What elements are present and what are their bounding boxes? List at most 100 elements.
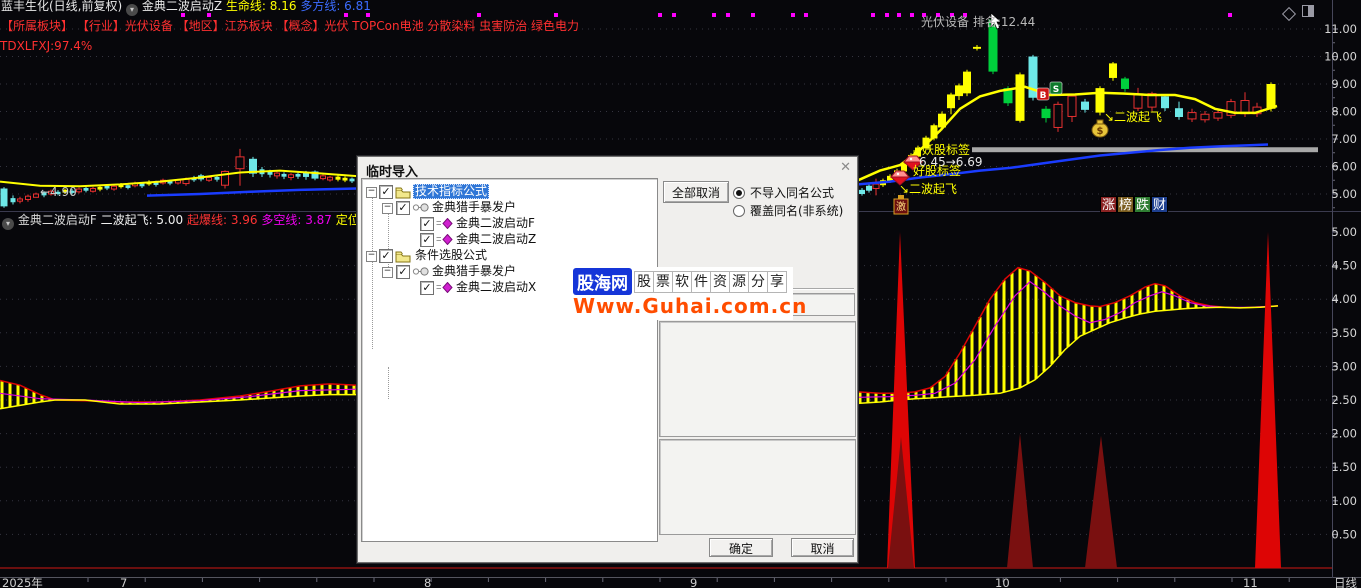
sub-indicator-name[interactable]: 金典二波启动F [18, 213, 97, 227]
chart-annotation: ↘二波起飞 [1104, 110, 1163, 124]
time-axis-month: 7 [120, 576, 127, 588]
tree-expand-icon[interactable]: − [382, 267, 393, 278]
badge-cell[interactable]: 跌 [1134, 196, 1151, 213]
chart-annotation: ←4.90 [40, 185, 77, 199]
price-axis-label: 7.00 [1331, 132, 1357, 146]
app-window: 11.00 10.00 9.00 8.00 7.00 6.00 5.00 5.00 4.50 4.… [0, 0, 1361, 588]
notes-box [659, 439, 856, 535]
tree-row-技术指标公式[interactable]: − ✓ 技术指标公式 [362, 184, 657, 200]
watermark-slogan: 股票软件资源分享 [634, 270, 787, 293]
formula-icon [436, 233, 453, 249]
description-box [659, 321, 856, 437]
formula-icon [436, 217, 453, 233]
watermark-url: Www.Guhai.com.cn [573, 294, 808, 318]
tree-checkbox[interactable]: ✓ [379, 249, 393, 263]
badge-cell[interactable]: 榜 [1117, 196, 1134, 213]
tree-expand-icon[interactable]: − [366, 251, 377, 262]
stock-title: 蓝丰生化(日线,前复权) [1, 0, 123, 13]
sub-indicator-values: 二波起飞: 5.00 起爆线: 3.96 多空线: 3.87 定位线 [101, 213, 372, 227]
sub-indicator-value: 二波起飞: 5.00 [100, 213, 184, 227]
indicator-axis-label: 2.00 [1331, 427, 1357, 441]
life-line-value: 生命线: 8.16 [225, 0, 297, 13]
tree-checkbox[interactable]: ✓ [396, 201, 410, 215]
sub-indicator-value: 多空线: 3.87 [257, 213, 332, 227]
price-axis-label: 9.00 [1331, 77, 1357, 91]
tree-label[interactable]: 金典二波启动Z [454, 232, 538, 247]
bull-line-value: 多方线: 6.81 [300, 0, 371, 13]
tree-row-金典二波启动F[interactable]: ✓ 金典二波启动F [362, 216, 657, 232]
tree-row-金典二波启动Z[interactable]: ✓ 金典二波启动Z [362, 232, 657, 248]
tree-label[interactable]: 金典猎手暴发户 [430, 264, 518, 279]
price-axis-label: 10.00 [1324, 50, 1357, 64]
collapse-sub-indicator-icon[interactable]: ▾ [2, 218, 14, 230]
money-bag-icon: $ [1097, 126, 1104, 137]
indicator-axis-label: 5.00 [1331, 225, 1357, 239]
period-selector[interactable]: 日线 [1334, 576, 1357, 588]
price-axis-label: 11.00 [1324, 22, 1357, 36]
tree-checkbox[interactable]: ✓ [420, 281, 434, 295]
tree-checkbox[interactable]: ✓ [420, 233, 434, 247]
radio-no-import-duplicate[interactable]: 不导入同名公式 [733, 184, 834, 201]
sub-indicator-value: 起爆线: 3.96 [183, 213, 258, 227]
tree-row-金典猎手暴发户[interactable]: − ✓ 金典猎手暴发户 [362, 200, 657, 216]
indicator-axis-label: 2.50 [1331, 393, 1357, 407]
sub-indicator-header: ▾ 金典二波启动F 二波起飞: 5.00 起爆线: 3.96 多空线: 3.87… [2, 214, 372, 230]
radio-unselected-icon[interactable] [733, 204, 745, 217]
tree-label[interactable]: 技术指标公式 [413, 184, 490, 199]
formula-tree[interactable]: − ✓ 技术指标公式 − ✓ 金典猎手暴发户 ✓ 金典二波启动F ✓ 金典二波启动Z − ✓ 条件选股公… [361, 178, 658, 542]
time-axis-year: 2025年 [2, 576, 43, 588]
time-axis-month: 8 [424, 576, 431, 588]
tree-checkbox[interactable]: ✓ [379, 185, 393, 199]
trade-flag-icon: S [1053, 85, 1059, 95]
time-axis-month: 9 [690, 576, 697, 588]
tree-connector [388, 367, 389, 399]
cancel-button[interactable]: 取消 [791, 538, 854, 557]
board-info-line[interactable]: 【所属板块】 【行业】光伏设备 【地区】江苏板块 【概念】光伏 TOPCon电池… [1, 20, 579, 33]
tdx-ratio-line: TDXLFXJ:97.4% [0, 39, 93, 53]
watermark: 股海网 股票软件资源分享 Www.Guhai.com.cn [570, 267, 808, 320]
indicator-axis-label: 3.00 [1331, 359, 1357, 373]
tree-label[interactable]: 金典猎手暴发户 [430, 200, 518, 215]
temp-import-dialog: 临时导入 ✕ − ✓ 技术指标公式 − ✓ 金典猎手暴发户 ✓ 金典二波启动F ✓ 金典二波启动Z… [357, 156, 858, 563]
split-pane-icon[interactable] [1302, 2, 1314, 21]
main-indicator-name[interactable]: 金典二波启动Z [142, 0, 222, 13]
badge-cell[interactable]: 财 [1151, 196, 1168, 213]
price-axis-label: 8.00 [1331, 105, 1357, 119]
ok-button[interactable]: 确定 [709, 538, 773, 557]
tree-row-条件选股公式[interactable]: − ✓ 条件选股公式 [362, 248, 657, 264]
indicator-axis-label: 3.50 [1331, 326, 1357, 340]
tree-label[interactable]: 条件选股公式 [413, 248, 489, 263]
price-axis-label: 5.00 [1331, 187, 1357, 201]
price-axis-label: 6.00 [1331, 160, 1357, 174]
tree-expand-icon[interactable]: − [366, 187, 377, 198]
badge-cell[interactable]: 涨 [1100, 196, 1117, 213]
time-axis-month: 11 [1243, 576, 1258, 588]
chart-header-row: 蓝丰生化(日线,前复权) ▾ 金典二波启动Z 生命线: 8.16 多方线: 6.… [1, 0, 371, 16]
group-icon [412, 202, 430, 217]
tree-checkbox[interactable]: ✓ [420, 217, 434, 231]
indicator-axis-label: 1.00 [1331, 494, 1357, 508]
time-axis-month: 10 [995, 576, 1010, 588]
watermark-brand: 股海网 [573, 268, 632, 295]
indicator-axis-label: 1.50 [1331, 460, 1357, 474]
chart-annotation: ↘二波起飞 [899, 182, 958, 196]
radio-label: 覆盖同名(非系统) [750, 204, 844, 218]
diamond-window-icon[interactable] [1281, 4, 1297, 23]
chart-annotation: 好股标签 [913, 164, 962, 178]
trade-flag-icon: B [1040, 91, 1047, 101]
tree-label[interactable]: 金典二波启动X [454, 280, 538, 295]
collapse-indicator-icon[interactable]: ▾ [126, 4, 139, 16]
indicator-axis-label: 4.00 [1331, 292, 1357, 306]
tree-expand-icon[interactable]: − [382, 203, 393, 214]
radio-selected-icon[interactable] [733, 186, 745, 199]
tree-checkbox[interactable]: ✓ [396, 265, 410, 279]
indicator-axis-label: 4.50 [1331, 259, 1357, 273]
radio-label: 不导入同名公式 [750, 186, 835, 200]
formula-icon [436, 281, 453, 297]
radio-overwrite-duplicate[interactable]: 覆盖同名(非系统) [733, 202, 843, 219]
indicator-axis-label: 0.50 [1331, 527, 1357, 541]
tree-label[interactable]: 金典二波启动F [454, 216, 537, 231]
cancel-all-button[interactable]: 全部取消 [663, 181, 729, 203]
close-icon[interactable]: ✕ [840, 160, 851, 175]
zhang-bang-die-cai-badge[interactable]: 涨榜跌财 [1100, 196, 1168, 213]
